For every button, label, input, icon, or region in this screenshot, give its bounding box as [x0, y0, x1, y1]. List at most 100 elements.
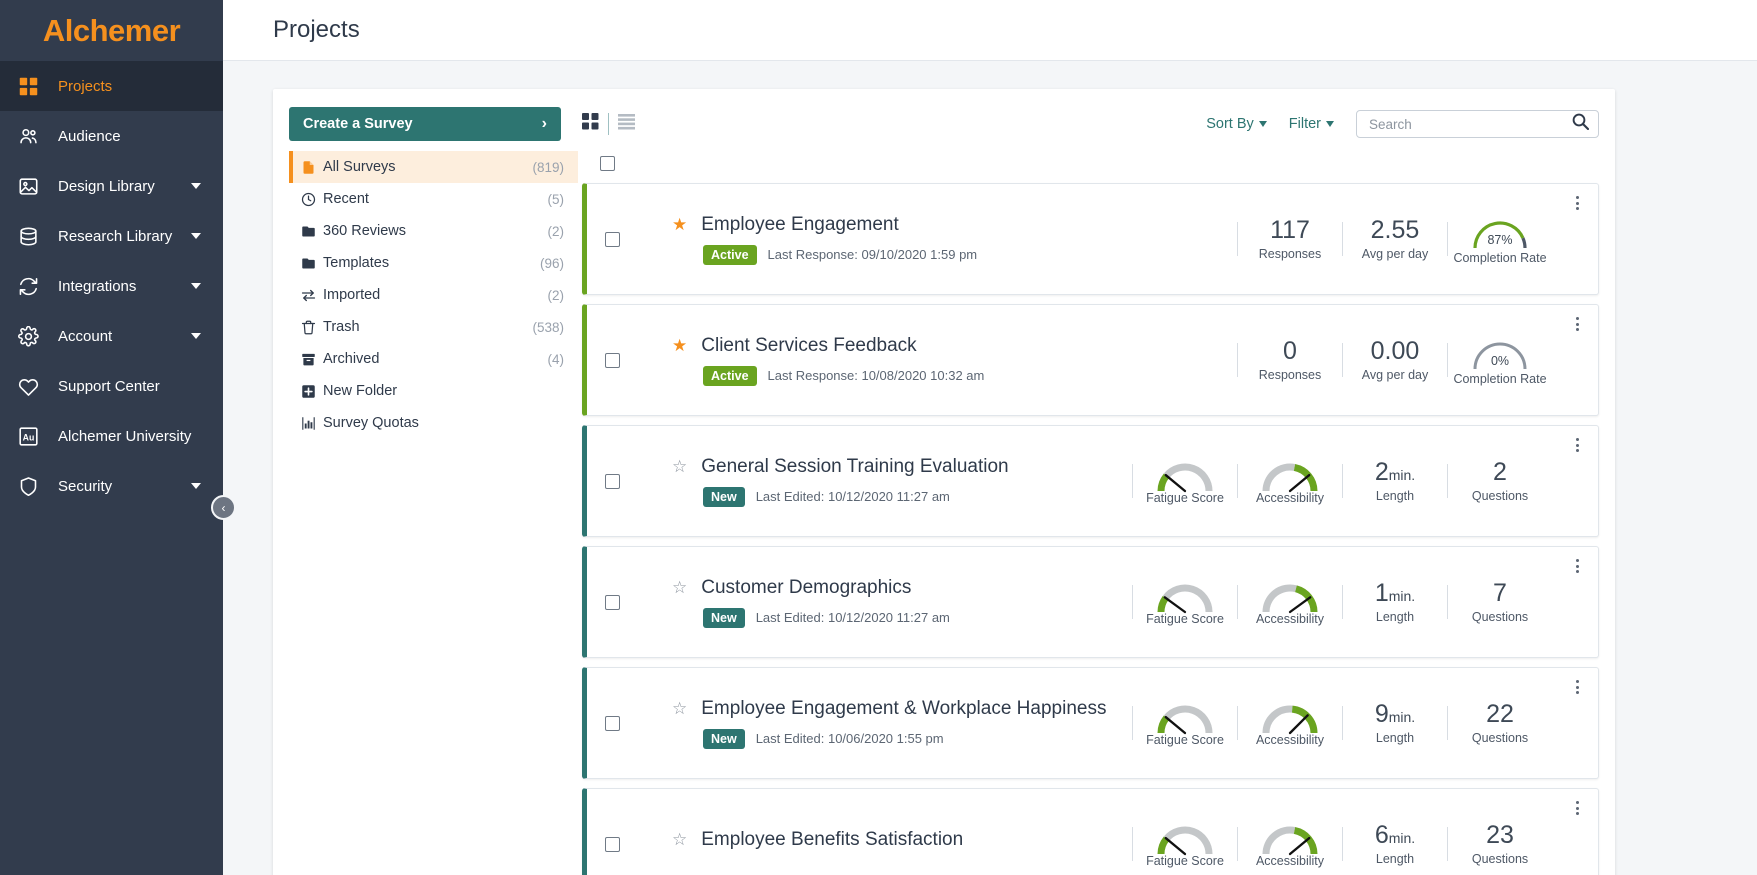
folder-item-recent[interactable]: Recent(5)	[289, 183, 578, 215]
top-bar: Projects	[223, 0, 1757, 61]
sidebar-collapse-button[interactable]: ‹	[211, 495, 236, 520]
stat-fatigue-score: Fatigue Score	[1133, 457, 1237, 505]
responses-value: 117	[1270, 217, 1310, 243]
length-value: 9min.	[1375, 701, 1415, 727]
completion-rate-value: 0%	[1491, 354, 1509, 368]
survey-title[interactable]: Client Services Feedback	[701, 335, 916, 357]
stat-responses: 117 Responses	[1238, 217, 1342, 261]
folder-item-all-surveys[interactable]: All Surveys(819)	[289, 151, 578, 183]
sidebar-item-label: Integrations	[58, 278, 191, 295]
survey-title[interactable]: Employee Benefits Satisfaction	[701, 829, 963, 851]
survey-card[interactable]: ☆ Employee Engagement & Workplace Happin…	[582, 667, 1599, 779]
folder-item-new-folder[interactable]: New Folder	[289, 375, 578, 407]
stat-accessibility: Accessibility	[1238, 699, 1342, 747]
shield-icon	[18, 476, 44, 497]
search-box[interactable]	[1356, 110, 1599, 138]
brand-logo[interactable]: Alchemer	[0, 0, 223, 61]
responses-label: Responses	[1259, 368, 1322, 382]
survey-options-menu-icon[interactable]	[1576, 196, 1579, 210]
avg-per-day-value: 0.00	[1371, 338, 1420, 364]
survey-checkbox[interactable]	[605, 474, 620, 489]
survey-options-menu-icon[interactable]	[1576, 801, 1579, 815]
sidebar-item-alchemer-university[interactable]: AuAlchemer University	[0, 411, 223, 461]
sidebar-item-audience[interactable]: Audience	[0, 111, 223, 161]
questions-label: Questions	[1472, 852, 1528, 866]
survey-options-menu-icon[interactable]	[1576, 317, 1579, 331]
survey-meta: Last Edited: 10/12/2020 11:27 am	[756, 610, 950, 625]
survey-title[interactable]: General Session Training Evaluation	[701, 456, 1008, 478]
star-filled-icon[interactable]: ★	[672, 216, 687, 233]
questions-value: 2	[1493, 459, 1507, 485]
survey-options-menu-icon[interactable]	[1576, 438, 1579, 452]
au-icon: Au	[18, 426, 44, 447]
star-filled-icon[interactable]: ★	[672, 337, 687, 354]
survey-info: ★ Employee Engagement ActiveLast Respons…	[642, 214, 1237, 265]
length-unit: min.	[1389, 467, 1415, 483]
survey-card[interactable]: ★ Employee Engagement ActiveLast Respons…	[582, 183, 1599, 295]
star-outline-icon[interactable]: ☆	[672, 458, 687, 475]
clock-icon	[301, 192, 323, 207]
folder-item-archived[interactable]: Archived(4)	[289, 343, 578, 375]
chevron-down-icon	[191, 483, 201, 489]
survey-checkbox[interactable]	[605, 837, 620, 852]
create-survey-button[interactable]: Create a Survey ›	[289, 107, 561, 141]
create-survey-label: Create a Survey	[303, 116, 413, 132]
avg-per-day-label: Avg per day	[1362, 368, 1428, 382]
survey-card[interactable]: ☆ Customer Demographics NewLast Edited: …	[582, 546, 1599, 658]
star-outline-icon[interactable]: ☆	[672, 579, 687, 596]
survey-checkbox[interactable]	[605, 595, 620, 610]
survey-title-row: ☆ Employee Engagement & Workplace Happin…	[672, 698, 1132, 720]
sidebar-item-projects[interactable]: Projects	[0, 61, 223, 111]
survey-meta: Last Response: 09/10/2020 1:59 pm	[768, 247, 978, 262]
sidebar-item-design-library[interactable]: Design Library	[0, 161, 223, 211]
grid-view-icon[interactable]	[582, 113, 599, 135]
survey-card[interactable]: ☆ Employee Benefits Satisfaction Fatigue…	[582, 788, 1599, 875]
folder-item-count: (5)	[548, 192, 579, 207]
sidebar-item-support-center[interactable]: Support Center	[0, 361, 223, 411]
survey-options-menu-icon[interactable]	[1576, 559, 1579, 573]
survey-title[interactable]: Employee Engagement	[701, 214, 899, 236]
questions-value: 22	[1486, 701, 1514, 727]
survey-options-menu-icon[interactable]	[1576, 680, 1579, 694]
bar-chart-icon	[301, 416, 323, 431]
stat-accessibility: Accessibility	[1238, 578, 1342, 626]
sidebar-item-research-library[interactable]: Research Library	[0, 211, 223, 261]
survey-title[interactable]: Employee Engagement & Workplace Happines…	[701, 698, 1106, 720]
questions-value: 7	[1493, 580, 1507, 606]
survey-checkbox[interactable]	[605, 716, 620, 731]
main-area: Projects Create a Survey › All Surveys(8…	[223, 0, 1757, 875]
sort-by-dropdown[interactable]: Sort By	[1206, 116, 1267, 132]
folder-item-imported[interactable]: Imported(2)	[289, 279, 578, 311]
star-outline-icon[interactable]: ☆	[672, 700, 687, 717]
survey-card[interactable]: ☆ General Session Training Evaluation Ne…	[582, 425, 1599, 537]
survey-stats: Fatigue Score Accessibility 6min. Length…	[1132, 820, 1598, 868]
star-outline-icon[interactable]: ☆	[672, 831, 687, 848]
select-all-checkbox[interactable]	[600, 156, 615, 171]
folder-item-survey-quotas[interactable]: Survey Quotas	[289, 407, 578, 439]
search-icon[interactable]	[1572, 113, 1589, 135]
folder-item-label: All Surveys	[323, 159, 532, 175]
select-all-row	[582, 143, 1599, 183]
list-view-icon[interactable]	[618, 113, 635, 135]
grid-icon	[18, 76, 44, 97]
sidebar-item-account[interactable]: Account	[0, 311, 223, 361]
survey-checkbox[interactable]	[605, 232, 620, 247]
sidebar-item-integrations[interactable]: Integrations	[0, 261, 223, 311]
stat-fatigue-score: Fatigue Score	[1133, 820, 1237, 868]
survey-card[interactable]: ★ Client Services Feedback ActiveLast Re…	[582, 304, 1599, 416]
sync-icon	[18, 276, 44, 297]
filter-dropdown[interactable]: Filter	[1289, 116, 1334, 132]
search-input[interactable]	[1369, 117, 1572, 132]
survey-title[interactable]: Customer Demographics	[701, 577, 911, 599]
sidebar-item-label: Account	[58, 328, 191, 345]
folder-item-count: (2)	[548, 224, 579, 239]
folder-item-360-reviews[interactable]: 360 Reviews(2)	[289, 215, 578, 247]
avg-per-day-value: 2.55	[1371, 217, 1420, 243]
folder-item-trash[interactable]: Trash(538)	[289, 311, 578, 343]
content-wrapper: Create a Survey › All Surveys(819)Recent…	[223, 61, 1757, 875]
heart-icon	[18, 376, 44, 397]
folder-item-templates[interactable]: Templates(96)	[289, 247, 578, 279]
survey-info: ☆ General Session Training Evaluation Ne…	[642, 456, 1132, 507]
survey-checkbox[interactable]	[605, 353, 620, 368]
sidebar-item-security[interactable]: Security	[0, 461, 223, 511]
